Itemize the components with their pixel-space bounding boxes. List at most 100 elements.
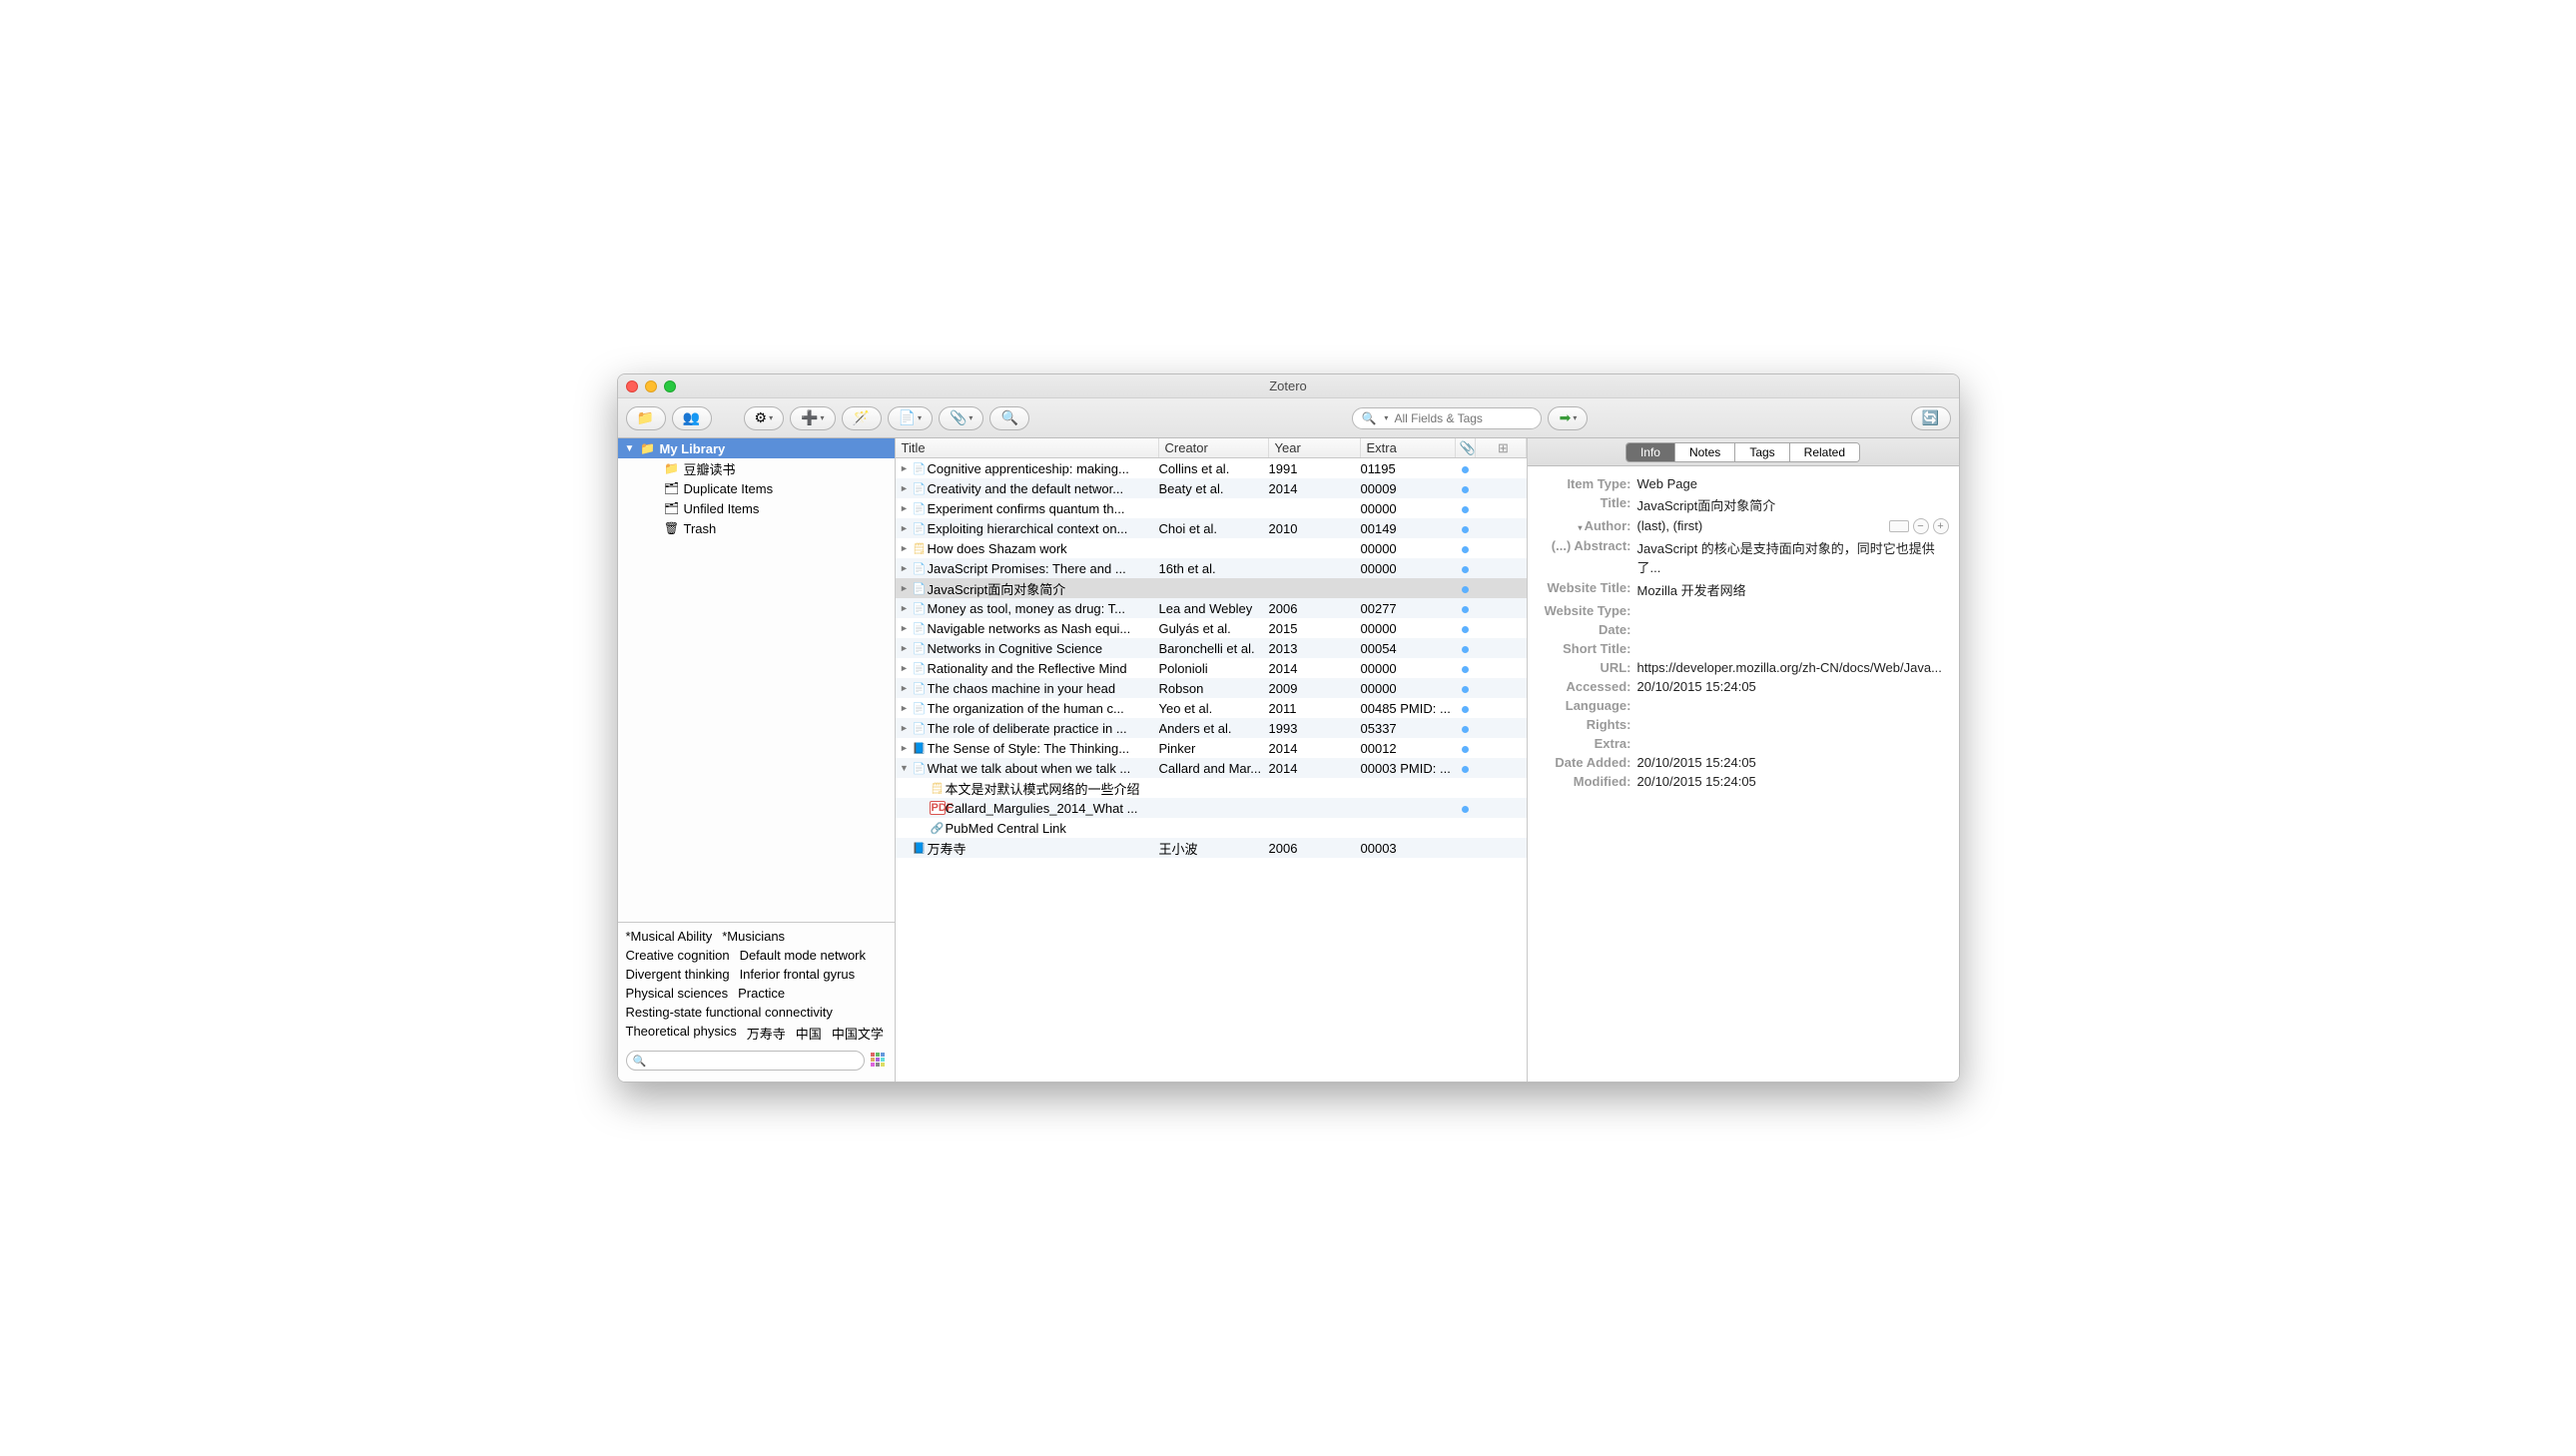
tab-info[interactable]: Info [1626, 443, 1675, 461]
search-box[interactable]: 🔍▾ [1352, 407, 1542, 429]
tag-color-picker[interactable] [871, 1053, 887, 1069]
col-title[interactable]: Title [896, 438, 1159, 457]
item-row[interactable]: ►📄Creativity and the default networ...Be… [896, 478, 1527, 498]
disclosure-triangle[interactable]: ▼ [624, 443, 636, 454]
item-row[interactable]: ►📄Rationality and the Reflective MindPol… [896, 658, 1527, 678]
item-extra: 00003 PMID: ... [1361, 761, 1456, 776]
item-row[interactable]: ►📄Navigable networks as Nash equi...Guly… [896, 618, 1527, 638]
disclosure-triangle[interactable]: ► [898, 503, 912, 513]
item-row[interactable]: ►📄The role of deliberate practice in ...… [896, 718, 1527, 738]
titlebar: Zotero [618, 374, 1959, 398]
tab-related[interactable]: Related [1790, 443, 1859, 461]
new-group-button[interactable]: 👥 [672, 406, 712, 430]
disclosure-triangle[interactable]: ► [898, 483, 912, 493]
field-row: Rights: [1538, 715, 1949, 734]
tag[interactable]: 中国 [796, 1024, 822, 1043]
tab-notes[interactable]: Notes [1675, 443, 1735, 461]
item-row[interactable]: ►📄The organization of the human c...Yeo … [896, 698, 1527, 718]
disclosure-triangle[interactable]: ► [898, 523, 912, 533]
col-creator[interactable]: Creator [1159, 438, 1269, 457]
locate-button[interactable]: ➡▾ [1548, 406, 1588, 430]
item-row[interactable]: 🗒本文是对默认模式网络的一些介绍 [896, 778, 1527, 798]
field-value[interactable]: 20/10/2015 15:24:05 [1637, 755, 1949, 770]
search-input[interactable] [1394, 411, 1549, 425]
item-row[interactable]: PDFCallard_Margulies_2014_What ... [896, 798, 1527, 818]
item-title: 本文是对默认模式网络的一些介绍 [946, 779, 1159, 798]
field-value[interactable]: Web Page [1637, 476, 1949, 491]
tag[interactable]: Default mode network [740, 948, 866, 963]
item-row[interactable]: ►📄Networks in Cognitive ScienceBaronchel… [896, 638, 1527, 658]
disclosure-triangle[interactable]: ► [898, 463, 912, 473]
disclosure-triangle[interactable]: ► [898, 743, 912, 753]
item-row[interactable]: 📘万寿寺王小波200600003 [896, 838, 1527, 858]
new-collection-button[interactable]: 📁 [626, 406, 666, 430]
tag-search-box[interactable]: 🔍 [626, 1051, 865, 1071]
tag[interactable]: *Musicians [722, 929, 785, 944]
new-note-button[interactable]: 📄▾ [888, 406, 933, 430]
item-row[interactable]: ►📄Exploiting hierarchical context on...C… [896, 518, 1527, 538]
tag[interactable]: Physical sciences [626, 986, 729, 1001]
disclosure-triangle[interactable]: ► [898, 543, 912, 553]
advanced-search-button[interactable]: 🔍 [989, 406, 1029, 430]
add-author-button[interactable]: + [1933, 518, 1949, 534]
col-year[interactable]: Year [1269, 438, 1361, 457]
tag[interactable]: 中国文学 [832, 1024, 884, 1043]
sync-button[interactable]: 🔄 [1911, 406, 1951, 430]
tag[interactable]: *Musical Ability [626, 929, 713, 944]
item-row[interactable]: 🔗PubMed Central Link [896, 818, 1527, 838]
disclosure-triangle[interactable]: ► [898, 623, 912, 633]
item-row[interactable]: ►📘The Sense of Style: The Thinking...Pin… [896, 738, 1527, 758]
disclosure-triangle[interactable]: ► [898, 563, 912, 573]
tag[interactable]: 万寿寺 [747, 1024, 786, 1043]
disclosure-triangle[interactable]: ► [898, 703, 912, 713]
field-value[interactable]: Mozilla 开发者网络 [1637, 580, 1949, 599]
tag[interactable]: Practice [738, 986, 785, 1001]
disclosure-triangle[interactable]: ▼ [898, 763, 912, 773]
new-item-button[interactable]: ➕▾ [790, 406, 835, 430]
sidebar-item[interactable]: ▼📁My Library [618, 438, 895, 458]
add-attachment-button[interactable]: 📎▾ [939, 406, 983, 430]
field-value[interactable]: https://developer.mozilla.org/zh-CN/docs… [1637, 660, 1949, 675]
col-menu-icon[interactable]: ⊞ [1476, 438, 1527, 457]
field-value[interactable]: JavaScript面向对象简介 [1637, 495, 1949, 514]
remove-author-button[interactable]: − [1913, 518, 1929, 534]
sidebar-item[interactable]: 🗂Duplicate Items [618, 478, 895, 498]
item-row[interactable]: ►📄Cognitive apprenticeship: making...Col… [896, 458, 1527, 478]
sidebar-item[interactable]: 🗑Trash [618, 518, 895, 538]
tag[interactable]: Creative cognition [626, 948, 730, 963]
disclosure-triangle[interactable]: ► [898, 723, 912, 733]
tag[interactable]: Divergent thinking [626, 967, 730, 982]
field-value[interactable]: (last), (first) [1637, 518, 1889, 533]
item-row[interactable]: ▼📄What we talk about when we talk ...Cal… [896, 758, 1527, 778]
sidebar-item[interactable]: 🗂Unfiled Items [618, 498, 895, 518]
item-row[interactable]: ►📄The chaos machine in your headRobson20… [896, 678, 1527, 698]
actions-menu-button[interactable]: ⚙▾ [744, 406, 785, 430]
tag[interactable]: Resting-state functional connectivity [626, 1005, 833, 1020]
item-row[interactable]: ►📄Experiment confirms quantum th...00000 [896, 498, 1527, 518]
author-type-toggle[interactable] [1889, 520, 1909, 532]
field-value[interactable]: 20/10/2015 15:24:05 [1637, 774, 1949, 789]
item-attachment-indicator [1456, 481, 1476, 496]
tag[interactable]: Theoretical physics [626, 1024, 737, 1043]
item-row[interactable]: ►📄JavaScript Promises: There and ...16th… [896, 558, 1527, 578]
disclosure-triangle[interactable]: ► [898, 603, 912, 613]
tab-tags[interactable]: Tags [1735, 443, 1789, 461]
item-row[interactable]: ►🗒How does Shazam work00000 [896, 538, 1527, 558]
item-row[interactable]: ►📄JavaScript面向对象简介 [896, 578, 1527, 598]
item-attachment-indicator [1456, 601, 1476, 616]
chevron-down-icon[interactable]: ▾ [1579, 523, 1583, 532]
disclosure-triangle[interactable]: ► [898, 683, 912, 693]
field-value[interactable]: 20/10/2015 15:24:05 [1637, 679, 1949, 694]
disclosure-triangle[interactable]: ► [898, 643, 912, 653]
col-extra[interactable]: Extra [1361, 438, 1456, 457]
item-row[interactable]: ►📄Money as tool, money as drug: T...Lea … [896, 598, 1527, 618]
col-attachment-icon[interactable]: 📎 [1456, 438, 1476, 457]
add-by-id-button[interactable]: 🪄 [842, 406, 882, 430]
tag[interactable]: Inferior frontal gyrus [740, 967, 856, 982]
disclosure-triangle[interactable]: ► [898, 663, 912, 673]
sidebar-item[interactable]: 📁豆瓣读书 [618, 458, 895, 478]
search-scope-caret[interactable]: ▾ [1384, 413, 1388, 422]
tag-search-input[interactable] [646, 1055, 857, 1067]
disclosure-triangle[interactable]: ► [898, 583, 912, 593]
field-value[interactable]: JavaScript 的核心是支持面向对象的，同时它也提供了... [1637, 538, 1949, 576]
